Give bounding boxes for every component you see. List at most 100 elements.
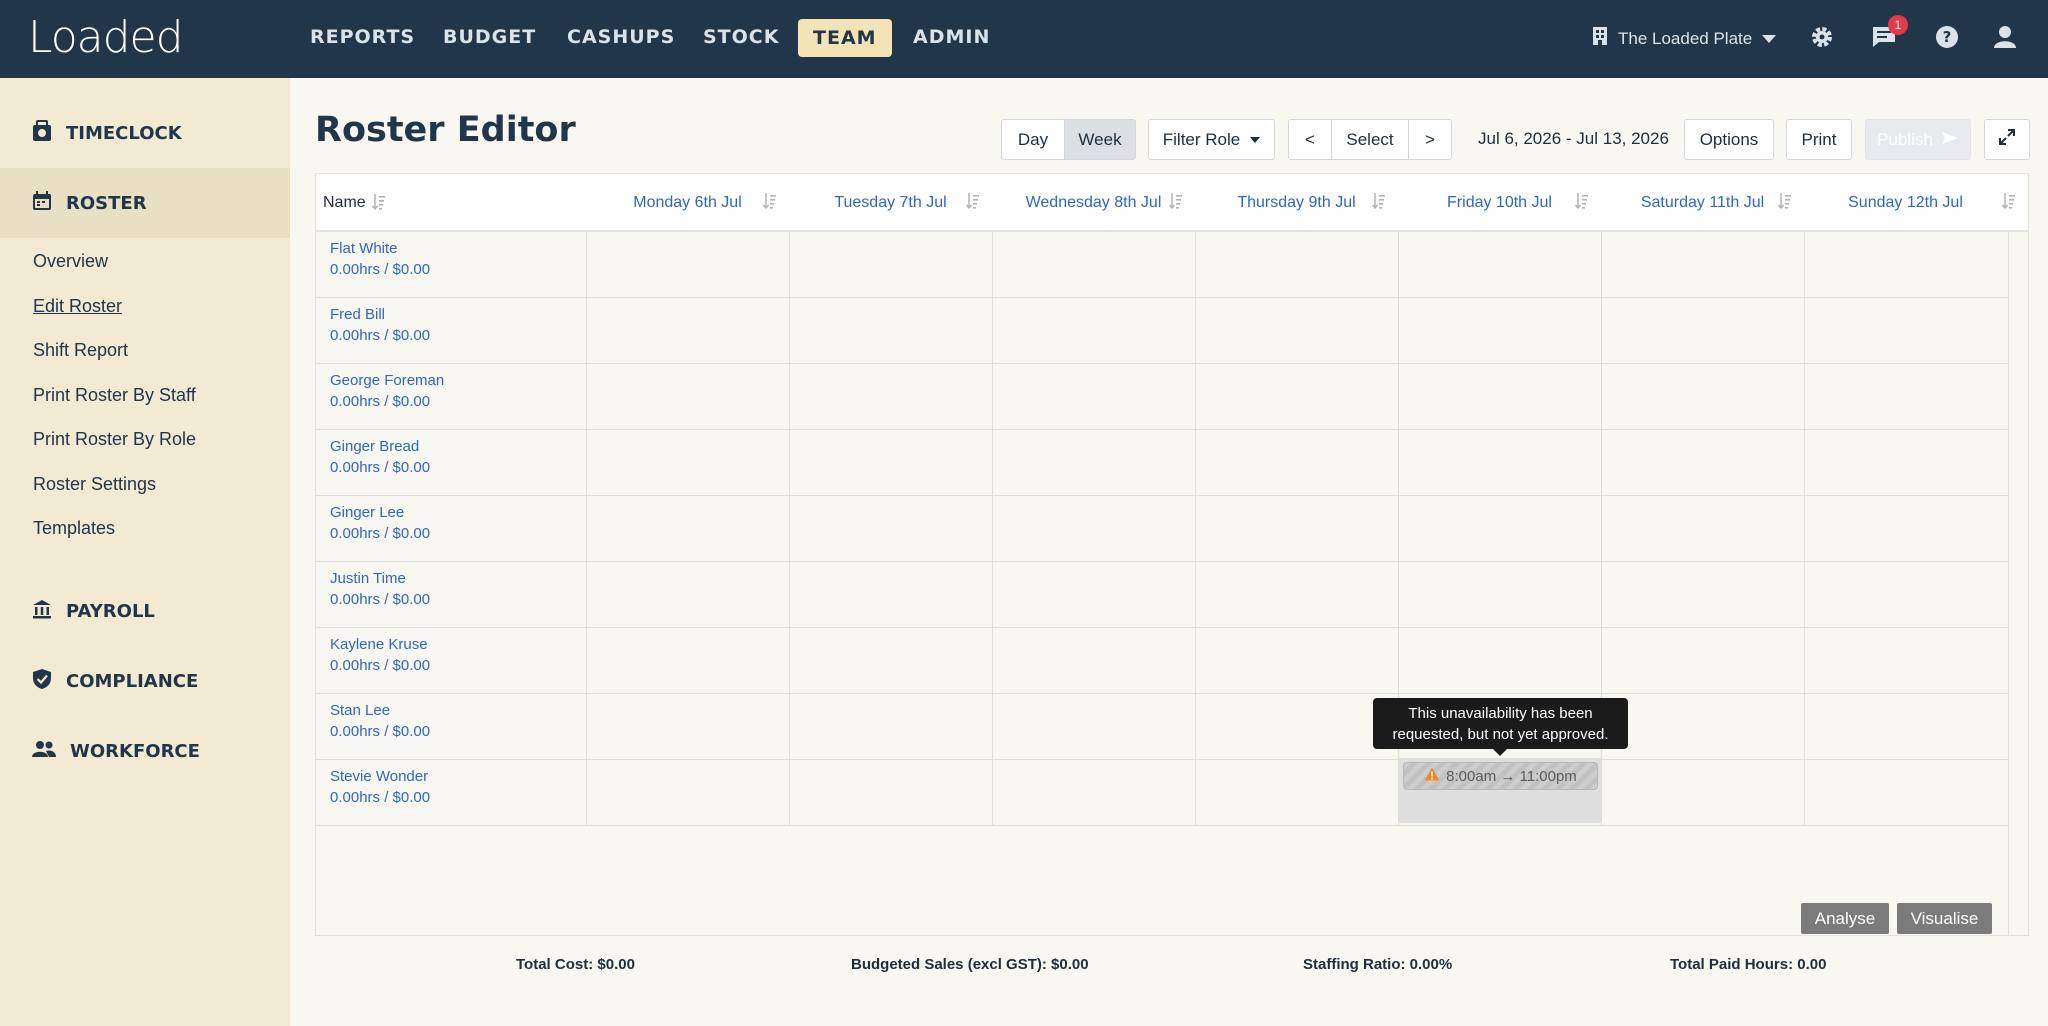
staff-summary: 0.00hrs / $0.00 [330, 327, 431, 344]
building-icon [1592, 26, 1608, 51]
sidebar-section-compliance[interactable]: COMPLIANCE [0, 646, 290, 716]
sort-icon[interactable] [2001, 192, 2016, 215]
staff-name: Ginger Bread [330, 438, 420, 455]
staff-cell[interactable]: George Foreman 0.00hrs / $0.00 [330, 370, 444, 412]
nav-team[interactable]: TEAM [798, 19, 892, 57]
table-row: George Foreman 0.00hrs / $0.00 [316, 364, 2009, 430]
budgeted-sales: Budgeted Sales (excl GST): $0.00 [851, 956, 1089, 973]
day-column-header[interactable]: Sunday 12th Jul [1804, 174, 2028, 232]
roster-grid: Name Monday 6th Jul Tuesday 7th Jul Wedn… [315, 173, 2029, 936]
staff-name: Fred Bill [330, 306, 386, 323]
sidebar-section-workforce[interactable]: WORKFORCE [0, 716, 290, 786]
day-column-label: Tuesday 7th Jul [834, 194, 947, 211]
nav-reports[interactable]: REPORTS [310, 26, 415, 48]
sidebar-section-roster[interactable]: ROSTER [0, 168, 290, 238]
staff-cell[interactable]: Stan Lee 0.00hrs / $0.00 [330, 700, 430, 742]
people-icon [32, 740, 56, 763]
name-column-header[interactable]: Name [323, 174, 593, 232]
sort-icon[interactable] [1777, 192, 1792, 215]
sidebar-link-templates[interactable]: Templates [33, 518, 115, 539]
app-logo[interactable]: Loaded [28, 12, 184, 63]
sidebar-link-edit-roster[interactable]: Edit Roster [33, 296, 122, 317]
nav-cashups[interactable]: CASHUPS [567, 26, 675, 48]
sort-icon[interactable] [965, 192, 980, 215]
sidebar-link-overview[interactable]: Overview [33, 251, 108, 272]
top-navbar: Loaded REPORTS BUDGET CASHUPS STOCK TEAM… [0, 0, 2048, 78]
svg-text:?: ? [1943, 28, 1952, 46]
timeclock-icon [32, 119, 52, 147]
venue-name: The Loaded Plate [1618, 28, 1753, 48]
gear-icon[interactable] [1807, 22, 1837, 52]
calendar-icon [32, 190, 52, 216]
sidebar: TIMECLOCK ROSTER Overview Edit Roster Sh… [0, 78, 290, 1026]
day-column-header[interactable]: Wednesday 8th Jul [992, 174, 1195, 232]
staff-summary: 0.00hrs / $0.00 [330, 525, 431, 542]
column-divider [992, 232, 993, 826]
bank-icon [32, 599, 52, 624]
fullscreen-button[interactable] [1984, 119, 2030, 160]
day-column-header[interactable]: Tuesday 7th Jul [789, 174, 992, 232]
user-icon[interactable] [1990, 22, 2020, 52]
next-week-button[interactable]: > [1408, 119, 1452, 160]
staff-name: Justin Time [330, 570, 406, 587]
day-column-header[interactable]: Friday 10th Jul [1398, 174, 1601, 232]
week-view-button[interactable]: Week [1064, 119, 1136, 160]
help-icon[interactable]: ? [1932, 22, 1962, 52]
nav-stock[interactable]: STOCK [703, 26, 779, 48]
staff-name: George Foreman [330, 372, 445, 389]
chevron-down-icon [1250, 136, 1261, 143]
publish-button[interactable]: Publish [1865, 119, 1971, 160]
sidebar-section-label: TIMECLOCK [66, 122, 182, 144]
day-column-header[interactable]: Thursday 9th Jul [1195, 174, 1398, 232]
select-week-button[interactable]: Select [1331, 119, 1409, 160]
sort-icon[interactable] [371, 193, 386, 216]
staff-cell[interactable]: Ginger Lee 0.00hrs / $0.00 [330, 502, 430, 544]
send-icon [1941, 130, 1959, 150]
options-button[interactable]: Options [1684, 119, 1774, 160]
sidebar-section-timeclock[interactable]: TIMECLOCK [0, 98, 290, 168]
sidebar-link-print-by-staff[interactable]: Print Roster By Staff [33, 385, 196, 406]
total-paid-hours: Total Paid Hours: 0.00 [1670, 956, 1827, 973]
day-column-header[interactable]: Monday 6th Jul [586, 174, 789, 232]
sidebar-link-shift-report[interactable]: Shift Report [33, 340, 128, 361]
filter-role-dropdown[interactable]: Filter Role [1148, 119, 1275, 160]
table-row: Ginger Lee 0.00hrs / $0.00 [316, 496, 2009, 562]
expand-icon [1999, 129, 2015, 150]
prev-week-button[interactable]: < [1288, 119, 1332, 160]
day-view-button[interactable]: Day [1001, 119, 1065, 160]
column-divider [1195, 232, 1196, 826]
sort-icon[interactable] [762, 192, 777, 215]
day-column-header[interactable]: Saturday 11th Jul [1601, 174, 1804, 232]
nav-budget[interactable]: BUDGET [443, 26, 536, 48]
scrollbar-track[interactable] [2008, 232, 2009, 935]
sidebar-section-label: ROSTER [66, 192, 147, 214]
day-column-label: Sunday 12th Jul [1848, 194, 1963, 211]
table-row: Ginger Bread 0.00hrs / $0.00 [316, 430, 2009, 496]
table-row: Stevie Wonder 0.00hrs / $0.00 [316, 760, 2009, 826]
staff-summary: 0.00hrs / $0.00 [330, 591, 431, 608]
unavailability-time: 8:00am → 11:00pm [1446, 767, 1577, 785]
staff-cell[interactable]: Flat White 0.00hrs / $0.00 [330, 238, 430, 280]
staff-cell[interactable]: Justin Time 0.00hrs / $0.00 [330, 568, 430, 610]
venue-selector[interactable]: The Loaded Plate [1592, 26, 1777, 51]
staff-cell[interactable]: Kaylene Kruse 0.00hrs / $0.00 [330, 634, 430, 676]
sidebar-link-print-by-role[interactable]: Print Roster By Role [33, 429, 196, 450]
sort-icon[interactable] [1371, 192, 1386, 215]
chevron-down-icon [1762, 34, 1777, 43]
sidebar-section-payroll[interactable]: PAYROLL [0, 576, 290, 646]
sort-icon[interactable] [1574, 192, 1589, 215]
tooltip-line: This unavailability has been [1408, 705, 1593, 722]
staff-cell[interactable]: Fred Bill 0.00hrs / $0.00 [330, 304, 430, 346]
unavailability-pill[interactable]: 8:00am → 11:00pm [1403, 762, 1598, 790]
staff-name: Ginger Lee [330, 504, 405, 521]
visualise-button[interactable]: Visualise [1897, 903, 1992, 934]
sidebar-link-roster-settings[interactable]: Roster Settings [33, 474, 156, 495]
staff-cell[interactable]: Stevie Wonder 0.00hrs / $0.00 [330, 766, 430, 808]
sort-icon[interactable] [1168, 192, 1183, 215]
staff-cell[interactable]: Ginger Bread 0.00hrs / $0.00 [330, 436, 430, 478]
print-button[interactable]: Print [1786, 119, 1852, 160]
nav-admin[interactable]: ADMIN [913, 26, 990, 48]
staff-name: Stevie Wonder [330, 768, 429, 785]
roster-grid-header: Name Monday 6th Jul Tuesday 7th Jul Wedn… [316, 174, 2028, 232]
analyse-button[interactable]: Analyse [1801, 903, 1889, 934]
